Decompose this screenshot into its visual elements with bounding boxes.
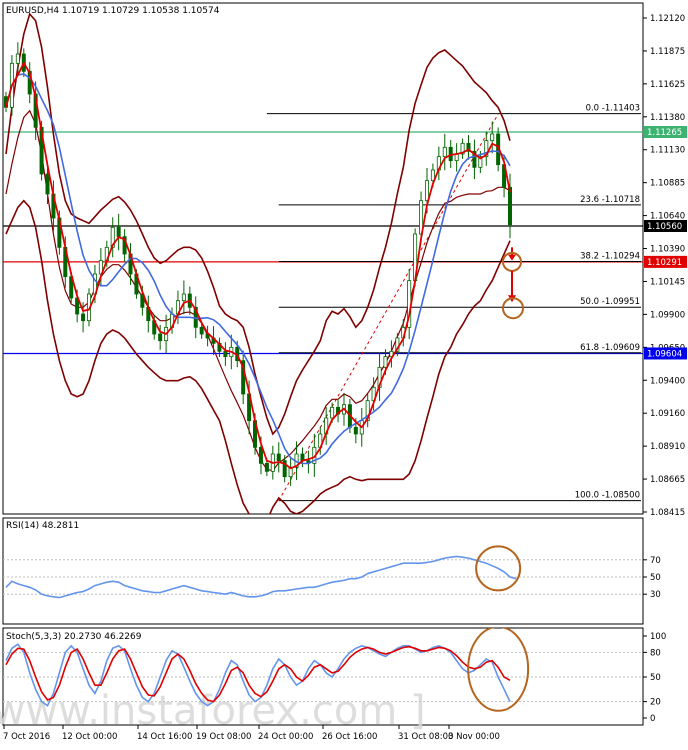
price-label-text: 1.11265 [647, 128, 682, 138]
price-tick-label: 1.11130 [650, 146, 685, 156]
stoch-title: Stoch(5,3,3) 20.2730 46.2269 [6, 632, 142, 642]
price-tick-label: 1.10390 [650, 245, 685, 255]
time-tick-label: 31 Oct 08:00 [398, 732, 453, 742]
time-tick-label: 19 Oct 08:00 [196, 732, 251, 742]
candle-body [507, 186, 512, 226]
candle-body [181, 293, 186, 302]
time-tick-label: 24 Oct 00:00 [258, 732, 313, 742]
price-tick-label: 1.10885 [650, 179, 685, 189]
price-tick-label: 1.09400 [650, 376, 685, 386]
price-tick-label: 1.10145 [650, 277, 685, 287]
candle-body [45, 173, 50, 195]
price-tick-label: 1.08415 [650, 508, 685, 518]
time-tick-label: 14 Oct 16:00 [137, 732, 192, 742]
stoch-tick-label: 50 [650, 673, 661, 683]
price-tick-label: 1.11875 [650, 47, 685, 57]
candle-body [442, 146, 447, 158]
stoch-tick-label: 100 [650, 632, 666, 642]
price-tick-label: 1.11380 [650, 113, 685, 123]
chart-root: EURUSD,H4 1.10719 1.10729 1.10538 1.1057… [0, 0, 688, 746]
price-tick-label: 1.08665 [650, 475, 685, 485]
stoch-tick-label: 80 [650, 648, 661, 658]
candle-body [490, 133, 495, 142]
stoch-tick-label: 0 [650, 714, 655, 724]
price-tick-label: 1.08910 [650, 442, 685, 452]
candle-body [330, 406, 335, 419]
candle-body [424, 180, 429, 202]
candle-body [81, 313, 86, 322]
time-tick-label: 3 Nov 00:00 [448, 732, 500, 742]
watermark: [ www.instaforex.com ] [0, 688, 426, 734]
candle-body [264, 462, 269, 472]
price-tick-label: 1.11625 [650, 80, 685, 90]
candle-body [383, 356, 388, 368]
main-chart-title: EURUSD,H4 1.10719 1.10729 1.10538 1.1057… [6, 6, 220, 16]
chart-canvas: EURUSD,H4 1.10719 1.10729 1.10538 1.1057… [0, 0, 688, 746]
price-label-1: 1.10560 [644, 220, 687, 232]
candle-body [223, 350, 228, 358]
rsi-tick-label: 30 [650, 590, 661, 600]
price-label-text: 1.10291 [647, 258, 682, 268]
fib-label-5: 100.0 -1.08500 [575, 491, 640, 501]
time-tick-label: 7 Oct 2016 [3, 732, 50, 742]
candle-body [276, 453, 281, 462]
watermark-layer: [ www.instaforex.com ] [0, 688, 426, 734]
fib-label-1: 23.6 -1.10718 [580, 195, 640, 205]
fib-label-0: 0.0 -1.11403 [586, 104, 640, 114]
fib-label-4: 61.8 -1.09609 [580, 343, 640, 353]
price-tick-label: 1.09160 [650, 409, 685, 419]
price-label-2: 1.10291 [644, 255, 687, 268]
price-tick-label: 1.12120 [650, 14, 685, 24]
rsi-tick-label: 70 [650, 556, 661, 566]
candle-body [116, 226, 121, 238]
price-label-text: 1.09604 [647, 349, 682, 359]
price-label-0: 1.11265 [644, 126, 687, 138]
price-label-3: 1.09604 [644, 347, 687, 360]
fib-label-3: 50.0 -1.09951 [580, 297, 640, 307]
candle-body [158, 333, 163, 342]
price-label-text: 1.10560 [647, 222, 682, 232]
candle-body [258, 446, 263, 464]
candle-body [15, 53, 20, 64]
price-tick-label: 1.09900 [650, 310, 685, 320]
stoch-tick-label: 20 [650, 698, 661, 708]
rsi-tick-label: 50 [650, 573, 661, 583]
time-tick-label: 12 Oct 00:00 [62, 732, 117, 742]
candle-body [199, 326, 204, 335]
time-tick-label: 26 Oct 16:00 [322, 732, 377, 742]
candle-body [353, 426, 358, 435]
rsi-title: RSI(14) 48.2811 [6, 521, 79, 531]
fib-label-2: 38.2 -1.10294 [580, 251, 640, 261]
